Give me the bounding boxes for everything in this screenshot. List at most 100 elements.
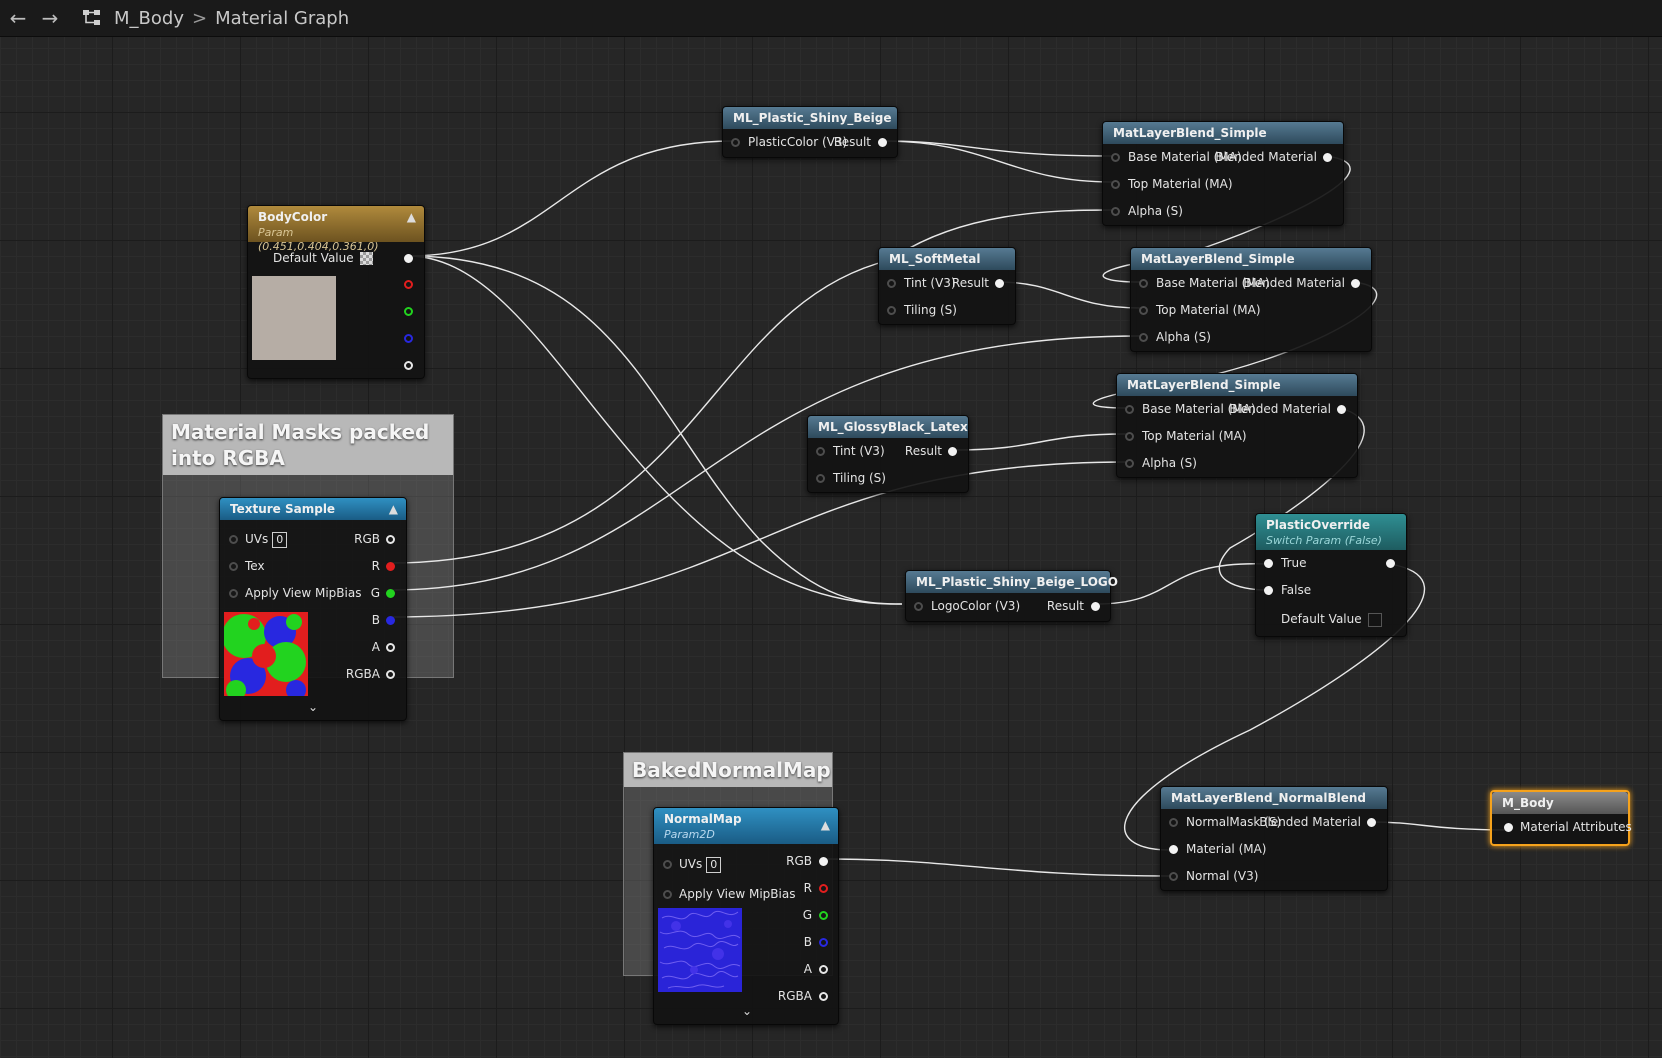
- output-pin-a[interactable]: [819, 965, 828, 974]
- input-pin-material-attributes[interactable]: [1504, 823, 1513, 832]
- output-pin-g[interactable]: [386, 589, 395, 598]
- default-value-checkbox[interactable]: [1367, 612, 1382, 627]
- output-pin-blended-material[interactable]: [1367, 818, 1376, 827]
- input-label-material: Material (MA): [1186, 842, 1267, 856]
- output-pin-r[interactable]: [404, 280, 413, 289]
- output-pin-result[interactable]: [948, 447, 957, 456]
- collapse-icon[interactable]: ▲: [389, 498, 398, 520]
- output-pin-result[interactable]: [1091, 602, 1100, 611]
- arrow-right-icon: →: [41, 6, 59, 30]
- input-pin-logocolor[interactable]: [914, 602, 923, 611]
- node-header[interactable]: Texture Sample ▲: [220, 498, 406, 520]
- input-pin-top-material[interactable]: [1111, 180, 1120, 189]
- output-pin-r[interactable]: [386, 562, 395, 571]
- input-pin-tiling[interactable]: [887, 306, 896, 315]
- expand-preview-icon[interactable]: ⌄: [742, 1004, 752, 1018]
- output-pin-blended-material[interactable]: [1323, 153, 1332, 162]
- node-header[interactable]: MatLayerBlend_Simple: [1117, 374, 1357, 396]
- input-pin-normalmask[interactable]: [1169, 818, 1178, 827]
- node-m-body-output[interactable]: M_Body Material Attributes: [1490, 790, 1632, 846]
- input-pin-tex[interactable]: [229, 562, 238, 571]
- input-pin-mipbias[interactable]: [229, 589, 238, 598]
- node-ml-glossyblack-latex[interactable]: ML_GlossyBlack_Latex Tint (V3) Tiling (S…: [807, 415, 969, 493]
- input-pin-alpha[interactable]: [1125, 459, 1134, 468]
- input-pin-normal[interactable]: [1169, 872, 1178, 881]
- node-header[interactable]: MatLayerBlend_Simple: [1103, 122, 1343, 144]
- output-pin-b[interactable]: [386, 616, 395, 625]
- output-pin-blended-material[interactable]: [1337, 405, 1346, 414]
- input-label-top-material: Top Material (MA): [1128, 177, 1233, 191]
- input-pin-top-material[interactable]: [1125, 432, 1134, 441]
- node-ml-plastic-shiny-beige[interactable]: ML_Plastic_Shiny_Beige PlasticColor (V3)…: [722, 106, 898, 158]
- output-pin-b[interactable]: [404, 334, 413, 343]
- input-pin-tiling[interactable]: [816, 474, 825, 483]
- output-pin-result[interactable]: [995, 279, 1004, 288]
- input-pin-top-material[interactable]: [1139, 306, 1148, 315]
- node-normalmap[interactable]: NormalMap Param2D ▲ UVs 0 Apply View MipB…: [653, 807, 839, 1025]
- output-pin-r[interactable]: [819, 884, 828, 893]
- node-matlayerblend-simple-1[interactable]: MatLayerBlend_Simple Base Material (MA) …: [1102, 121, 1344, 226]
- input-pin-tint[interactable]: [816, 447, 825, 456]
- input-pin-false[interactable]: [1264, 586, 1273, 595]
- output-pin-b[interactable]: [819, 938, 828, 947]
- forward-button[interactable]: →: [36, 4, 64, 32]
- input-pin-alpha[interactable]: [1139, 333, 1148, 342]
- output-pin-g[interactable]: [404, 307, 413, 316]
- node-ml-softmetal[interactable]: ML_SoftMetal Tint (V3) Tiling (S) Result: [878, 247, 1016, 325]
- uvs-value-field[interactable]: 0: [706, 857, 722, 873]
- node-title: MatLayerBlend_NormalBlend: [1171, 791, 1367, 805]
- collapse-icon[interactable]: ▲: [821, 814, 830, 836]
- input-pin-tint[interactable]: [887, 279, 896, 288]
- output-pin-result[interactable]: [878, 138, 887, 147]
- node-header[interactable]: MatLayerBlend_NormalBlend: [1161, 787, 1387, 809]
- breadcrumb-current[interactable]: Material Graph: [215, 8, 349, 29]
- node-header[interactable]: MatLayerBlend_Simple: [1131, 248, 1371, 270]
- input-pin-true[interactable]: [1264, 559, 1273, 568]
- uvs-value-field[interactable]: 0: [272, 532, 288, 548]
- input-pin-alpha[interactable]: [1111, 207, 1120, 216]
- node-header[interactable]: PlasticOverride Switch Param (False): [1256, 514, 1406, 550]
- node-bodycolor[interactable]: BodyColor Param (0.451,0.404,0.361,0) ▲ …: [247, 205, 425, 379]
- default-value-row[interactable]: Default Value: [273, 248, 373, 268]
- node-matlayerblend-simple-2[interactable]: MatLayerBlend_Simple Base Material (MA) …: [1130, 247, 1372, 352]
- output-pin-rgba[interactable]: [386, 670, 395, 679]
- input-pin-base-material[interactable]: [1111, 153, 1120, 162]
- color-picker-icon[interactable]: [359, 252, 373, 265]
- output-pin-blended-material[interactable]: [1351, 279, 1360, 288]
- node-plasticoverride[interactable]: PlasticOverride Switch Param (False) Tru…: [1255, 513, 1407, 637]
- node-header[interactable]: ML_GlossyBlack_Latex: [808, 416, 968, 438]
- node-ml-plastic-shiny-beige-logo[interactable]: ML_Plastic_Shiny_Beige_LOGO LogoColor (V…: [905, 570, 1118, 622]
- node-header[interactable]: ML_Plastic_Shiny_Beige_LOGO: [906, 571, 1118, 593]
- node-header[interactable]: ML_Plastic_Shiny_Beige: [723, 107, 897, 129]
- node-title: ML_Plastic_Shiny_Beige: [733, 111, 892, 125]
- node-header[interactable]: M_Body: [1492, 792, 1628, 814]
- input-pin-mipbias[interactable]: [663, 890, 672, 899]
- breadcrumb-root[interactable]: M_Body: [114, 8, 184, 29]
- node-header[interactable]: ML_SoftMetal: [879, 248, 1015, 270]
- output-label-result: Result: [833, 135, 871, 149]
- input-pin-base-material[interactable]: [1139, 279, 1148, 288]
- input-pin-plasticcolor[interactable]: [731, 138, 740, 147]
- input-pin-uvs[interactable]: [229, 535, 238, 544]
- input-pin-uvs[interactable]: [663, 860, 672, 869]
- output-pin-a[interactable]: [386, 643, 395, 652]
- expand-preview-icon[interactable]: ⌄: [308, 700, 318, 714]
- input-pin-material[interactable]: [1169, 845, 1178, 854]
- back-button[interactable]: ←: [4, 4, 32, 32]
- output-pin-rgba[interactable]: [819, 992, 828, 1001]
- output-pin-rgb[interactable]: [404, 254, 413, 263]
- node-texture-sample[interactable]: Texture Sample ▲ UVs 0 Tex Apply View Mip…: [219, 497, 407, 721]
- output-pin-a[interactable]: [404, 361, 413, 370]
- node-header[interactable]: BodyColor Param (0.451,0.404,0.361,0) ▲: [248, 206, 424, 253]
- node-header[interactable]: NormalMap Param2D ▲: [654, 808, 838, 844]
- hierarchy-button[interactable]: [78, 4, 106, 32]
- node-matlayerblend-simple-3[interactable]: MatLayerBlend_Simple Base Material (MA) …: [1116, 373, 1358, 478]
- output-pin[interactable]: [1386, 559, 1395, 568]
- output-pin-rgb[interactable]: [386, 535, 395, 544]
- node-matlayerblend-normalblend[interactable]: MatLayerBlend_NormalBlend NormalMask (S)…: [1160, 786, 1388, 891]
- output-label-result: Result: [904, 444, 942, 458]
- output-pin-rgb[interactable]: [819, 857, 828, 866]
- output-pin-g[interactable]: [819, 911, 828, 920]
- input-pin-base-material[interactable]: [1125, 405, 1134, 414]
- collapse-icon[interactable]: ▲: [407, 206, 416, 228]
